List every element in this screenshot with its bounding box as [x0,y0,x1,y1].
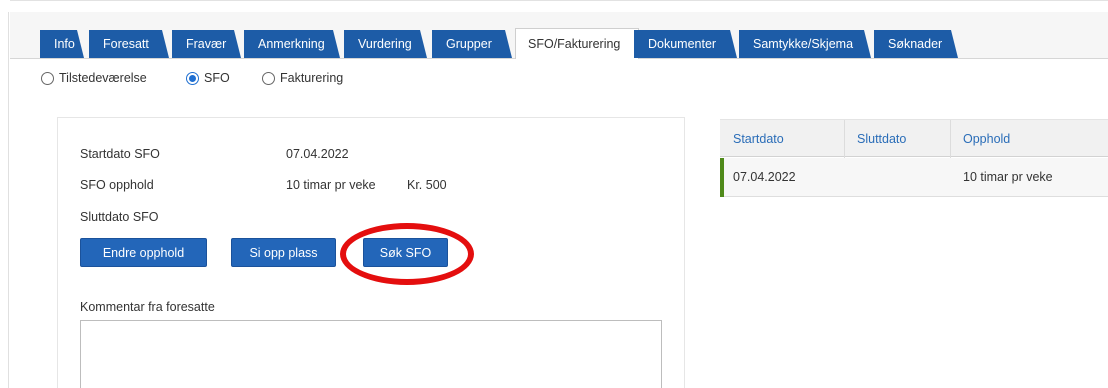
tab-vurdering[interactable]: Vurdering [344,30,427,58]
tab-fravaer[interactable]: Fravær [172,30,241,58]
tab-sfo-fakturering[interactable]: SFO/Fakturering [515,28,639,59]
radio-tilstedevaerelse[interactable]: Tilstedeværelse [41,68,147,88]
start-date-value: 07.04.2022 [286,147,349,161]
stay-value: 10 timar pr veke [286,178,376,192]
column-header-startdato[interactable]: Startdato [733,120,784,158]
tab-soknader[interactable]: Søknader [874,30,958,58]
change-stay-button[interactable]: Endre opphold [80,238,207,267]
radio-label: SFO [204,71,230,85]
apply-sfo-button[interactable]: Søk SFO [363,238,448,267]
radio-label: Fakturering [280,71,344,85]
tab-anmerkning[interactable]: Anmerkning [244,30,340,58]
radio-unchecked-icon [262,71,275,85]
cell-opphold: 10 timar pr veke [963,170,1053,184]
tab-info[interactable]: Info [40,30,84,58]
tab-foresatt[interactable]: Foresatt [89,30,169,58]
tab-grupper[interactable]: Grupper [432,30,512,58]
end-date-label: Sluttdato SFO [80,210,159,224]
cell-startdato: 07.04.2022 [733,170,796,184]
column-header-sluttdato[interactable]: Sluttdato [857,120,906,158]
cancel-place-button[interactable]: Si opp plass [231,238,336,267]
sfo-history-table: Startdato Sluttdato Opphold 07.04.2022 1… [720,119,1108,197]
radio-sfo[interactable]: SFO [186,68,230,88]
column-header-opphold[interactable]: Opphold [963,120,1010,158]
table-row[interactable]: 07.04.2022 10 timar pr veke [720,158,1108,197]
column-divider [844,120,845,158]
tab-dokumenter[interactable]: Dokumenter [634,30,737,58]
radio-checked-icon [186,71,199,85]
stay-price: Kr. 500 [407,178,447,192]
stay-label: SFO opphold [80,178,154,192]
radio-fakturering[interactable]: Fakturering [262,68,343,88]
comment-label: Kommentar fra foresatte [80,300,215,314]
start-date-label: Startdato SFO [80,147,160,161]
tab-samtykke-skjema[interactable]: Samtykke/Skjema [739,30,871,58]
radio-unchecked-icon [41,71,54,85]
column-divider [950,120,951,158]
table-header: Startdato Sluttdato Opphold [720,119,1108,158]
radio-label: Tilstedeværelse [59,71,147,85]
left-border [8,12,9,388]
row-status-marker [720,158,724,197]
comment-textarea[interactable] [80,320,662,388]
